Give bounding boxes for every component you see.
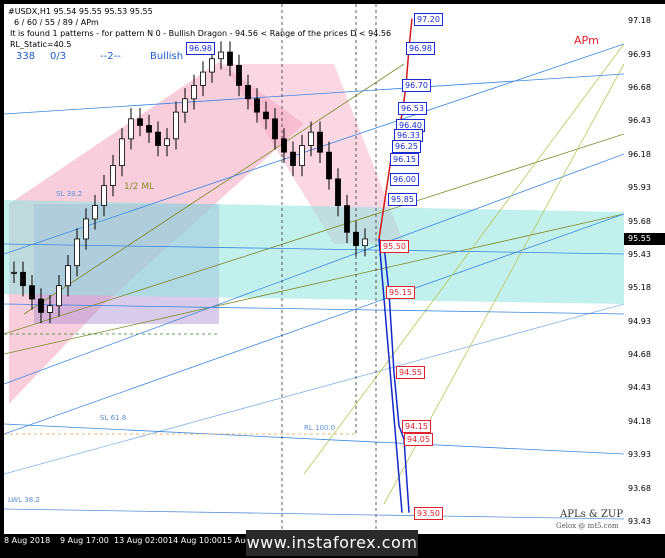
candle-body (308, 131, 314, 146)
price-tick: 95.43 (628, 249, 651, 259)
candle-body (29, 285, 35, 300)
candle-body (317, 131, 323, 153)
price-tick: 96.68 (628, 83, 651, 93)
candle-body (101, 185, 107, 206)
candle-body (299, 145, 305, 166)
price-tick: 95.68 (628, 216, 651, 226)
price-tick: 94.68 (628, 350, 651, 360)
candle-body (83, 218, 89, 240)
candle-body (65, 265, 71, 287)
level-label: LWL 38.2 (8, 496, 40, 504)
time-tick: 14 Aug 10:00 (168, 536, 222, 545)
watermark: www.instaforex.com (246, 530, 418, 556)
price-tag: 95.15 (386, 286, 415, 300)
half-ml-label: 1/2 ML (124, 182, 155, 192)
level-label: SL 61.8 (100, 414, 127, 422)
price-tick: 94.93 (628, 316, 651, 326)
symbol-quote-line: #USDX,H1 95.54 95.55 95.53 95.55 (8, 7, 153, 16)
price-tag: 96.53 (398, 102, 427, 116)
price-tick: 93.68 (628, 483, 651, 493)
candle-body (119, 138, 125, 166)
price-tag: 96.25 (392, 139, 421, 153)
candle-body (344, 205, 350, 233)
price-tick: 93.43 (628, 517, 651, 526)
candle-body (164, 138, 170, 146)
counter-ratio: 0/3 (50, 51, 67, 62)
candle-body (191, 85, 197, 100)
candle-body (245, 85, 251, 100)
counter-338: 338 (16, 51, 36, 62)
candle-body (128, 118, 134, 140)
price-tag: 94.55 (396, 366, 425, 380)
candle-body (236, 65, 242, 86)
pattern-direction: Bullish (150, 51, 184, 62)
candle-body (227, 51, 233, 66)
price-tick: 96.43 (628, 116, 651, 126)
price-tick: 93.93 (628, 450, 651, 460)
candle-body (272, 118, 278, 140)
plot-area[interactable]: #USDX,H1 95.54 95.55 95.53 95.55 6 / 60 … (4, 4, 624, 534)
price-tag: 96.70 (402, 79, 431, 93)
time-tick: 9 Aug 17:00 (60, 536, 109, 545)
candle-body (218, 51, 224, 60)
pattern-status: It is found 1 patterns - for pattern N 0… (10, 29, 392, 38)
price-tick: 95.18 (628, 283, 651, 293)
rl-static: RL_Static=40.5 (10, 40, 72, 49)
price-tag: 96.00 (390, 172, 419, 186)
price-tag: 97.20 (414, 12, 443, 26)
candle-body (155, 131, 161, 146)
chart-window: #USDX,H1 95.54 95.55 95.53 95.55 6 / 60 … (0, 0, 665, 558)
time-tick: 8 Aug 2018 (4, 536, 51, 545)
candle-body (137, 118, 143, 126)
trend-line (4, 508, 624, 520)
candle-body (92, 205, 98, 220)
level-label: SL 38.2 (56, 190, 83, 198)
price-tick: 96.93 (628, 49, 651, 59)
candle-body (254, 98, 260, 113)
price-tag: 94.15 (402, 419, 431, 433)
candle-body (56, 285, 62, 307)
time-tick: 13 Aug 02:00 (114, 536, 168, 545)
price-tag: 95.50 (380, 239, 409, 253)
indicator-params: 6 / 60 / 55 / 89 / APm (14, 18, 99, 27)
signature-sub: Gelox @ mt5.com (556, 522, 619, 530)
price-tag: 95.85 (388, 192, 417, 206)
candle-body (146, 125, 152, 133)
candle-body (173, 111, 179, 140)
price-tag: 96.98 (406, 42, 435, 56)
trend-line (4, 303, 624, 475)
apm-label: APm (574, 34, 599, 47)
chart-svg (4, 4, 624, 534)
candle-body (110, 165, 116, 186)
counter-wave: --2-- (100, 51, 121, 62)
signature-title: APLs & ZUP (560, 509, 624, 520)
candle-body (11, 271, 17, 274)
candle-body (263, 111, 269, 120)
candle-body (209, 58, 215, 73)
candle-body (326, 151, 332, 180)
price-tick: 94.43 (628, 383, 651, 393)
price-tag: 93.50 (414, 506, 443, 520)
candle-body (281, 138, 287, 153)
candle-body (362, 238, 368, 247)
price-tag: 96.15 (390, 152, 419, 166)
candle-body (20, 271, 26, 287)
candle-body (182, 98, 188, 113)
price-tag: 94.05 (404, 433, 433, 447)
candle-body (290, 151, 296, 166)
price-tick: 94.18 (628, 416, 651, 426)
candle-body (335, 178, 341, 206)
price-axis: 97.18 96.93 96.68 96.43 96.18 95.93 95.68 95.43… (624, 4, 665, 534)
price-tick: 97.18 (628, 16, 651, 26)
candle-body (200, 71, 206, 86)
candle-body (38, 298, 44, 313)
candle-body (353, 231, 359, 247)
current-price-label: 95.55 (624, 232, 665, 245)
candle-body (74, 238, 80, 267)
level-label: RL 100.0 (304, 424, 336, 432)
price-tick: 96.18 (628, 149, 651, 159)
price-tag: 96.98 (186, 42, 215, 56)
price-tick: 95.93 (628, 183, 651, 193)
candle-body (47, 305, 53, 313)
